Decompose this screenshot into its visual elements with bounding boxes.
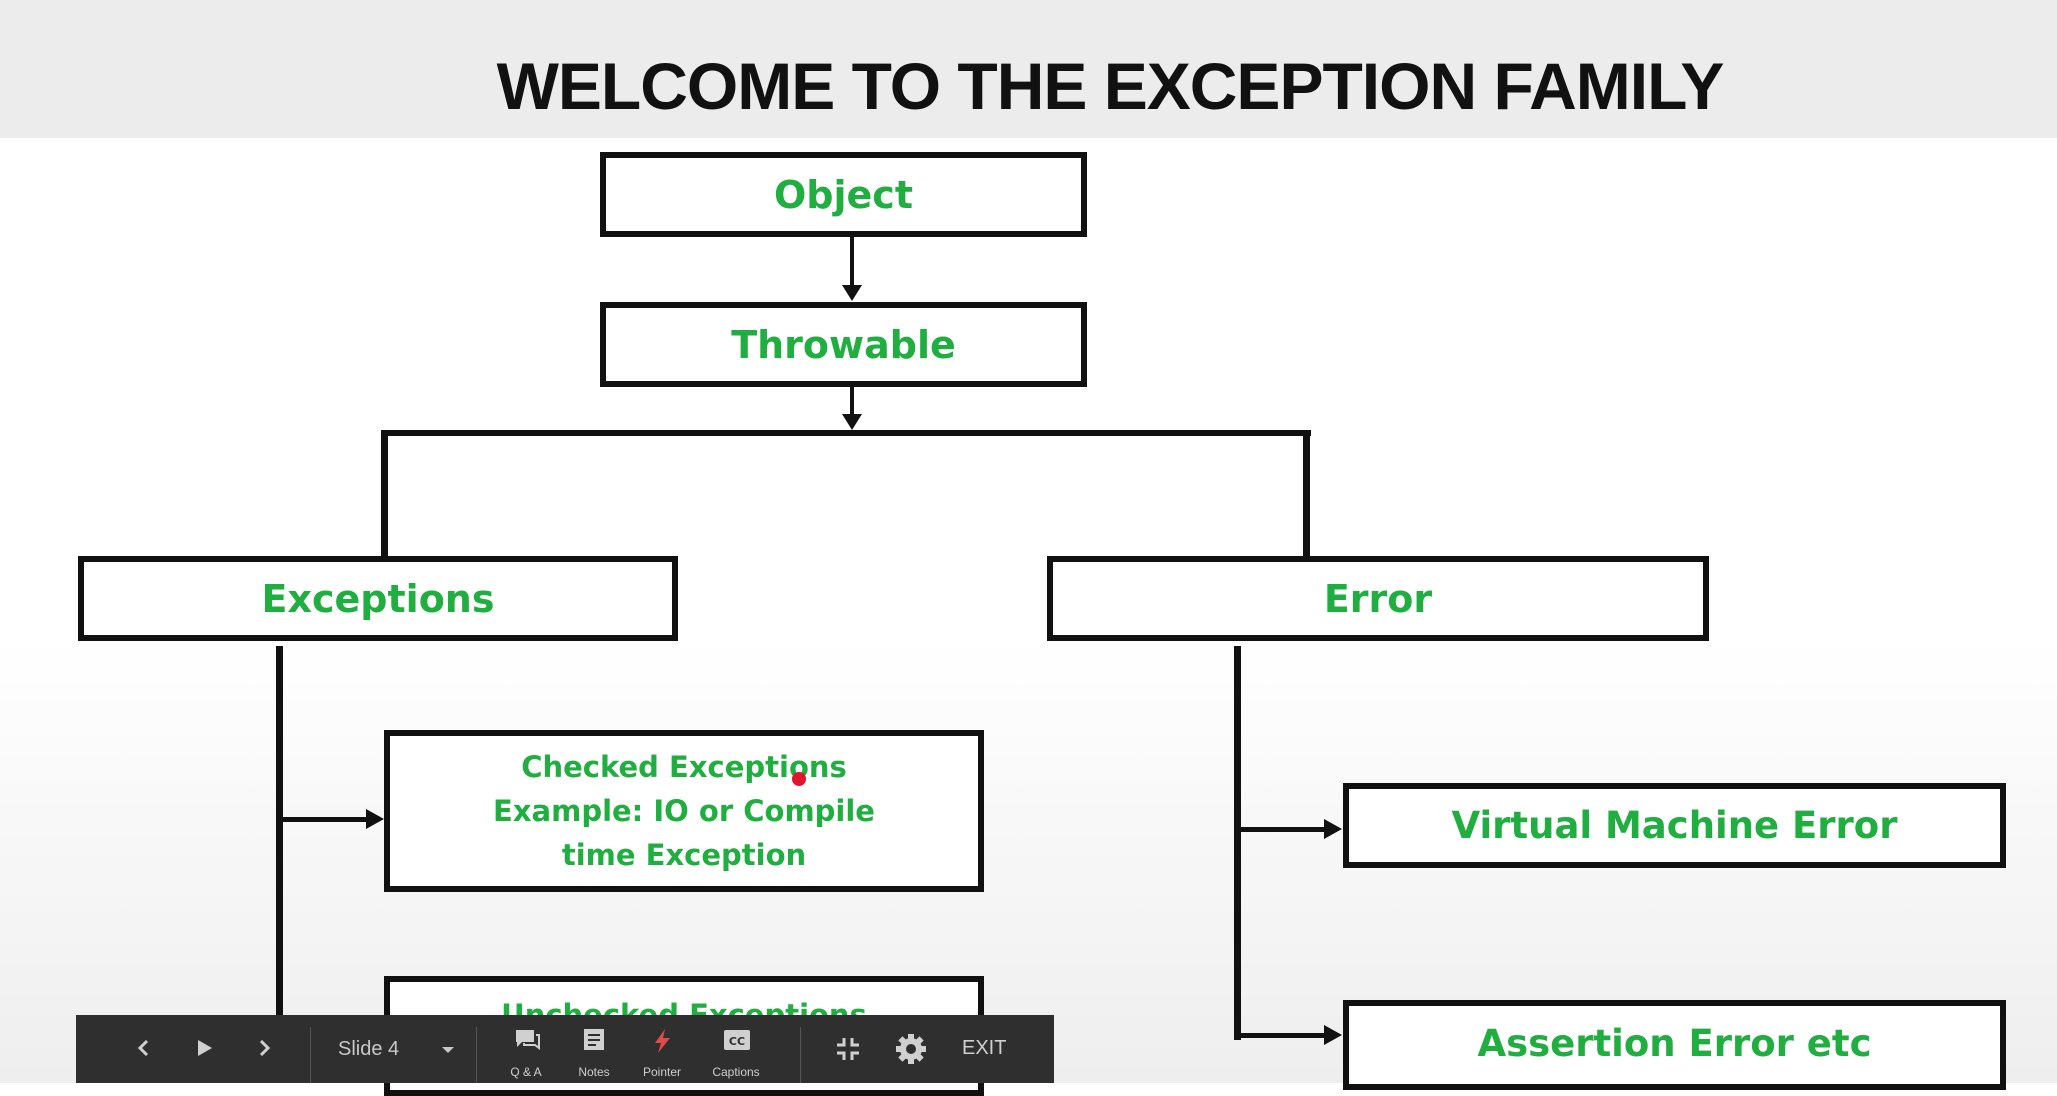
arrow-head [1324, 1025, 1342, 1045]
node-assertion-error-label: Assertion Error etc [1477, 1022, 1872, 1065]
node-exceptions: Exceptions [78, 556, 678, 641]
presenter-toolbar: Slide 4 Q & A Notes Pointer CC Captions [76, 1015, 1054, 1083]
gear-icon[interactable] [894, 1032, 928, 1066]
exit-button[interactable]: EXIT [962, 1037, 1032, 1067]
svg-text:CC: CC [729, 1035, 745, 1048]
connector [850, 387, 854, 414]
captions-icon: CC [722, 1028, 752, 1057]
caret-down-icon [438, 1039, 458, 1064]
pointer-label: Pointer [642, 1065, 682, 1079]
node-throwable: Throwable [600, 302, 1087, 387]
node-error-label: Error [1323, 576, 1433, 621]
node-vm-error: Virtual Machine Error [1343, 783, 2006, 868]
connector [381, 430, 388, 556]
exit-label: EXIT [962, 1037, 1007, 1059]
captions-label: Captions [712, 1065, 760, 1079]
slide-selector[interactable]: Slide 4 [338, 1027, 478, 1071]
node-checked-exceptions: Checked Exceptions Example: IO or Compil… [384, 730, 984, 892]
laser-pointer-dot [792, 772, 806, 786]
arrow-head [366, 809, 384, 829]
connector [1241, 1033, 1326, 1038]
connector [381, 430, 1311, 436]
divider [476, 1027, 477, 1083]
node-throwable-label: Throwable [731, 322, 956, 367]
connector [276, 646, 283, 1046]
notes-icon [581, 1027, 607, 1058]
pointer-icon [649, 1027, 675, 1060]
connector [283, 817, 368, 822]
play-icon[interactable] [192, 1033, 216, 1063]
node-vm-error-label: Virtual Machine Error [1451, 804, 1898, 847]
connector [850, 237, 854, 287]
chevron-right-icon[interactable] [252, 1033, 276, 1063]
node-exceptions-label: Exceptions [261, 576, 495, 621]
node-error: Error [1047, 556, 1709, 641]
node-object: Object [600, 152, 1087, 237]
node-object-label: Object [774, 172, 913, 217]
arrow-head [1324, 819, 1342, 839]
connector [1303, 430, 1310, 556]
connector [1234, 646, 1241, 1040]
connector [1241, 827, 1326, 832]
arrow-head [842, 285, 862, 301]
chat-icon [513, 1027, 541, 1058]
chevron-left-icon[interactable] [132, 1033, 156, 1063]
exit-fullscreen-icon[interactable] [834, 1035, 862, 1063]
pointer-button[interactable]: Pointer [622, 1023, 702, 1081]
checked-line-3: time Exception [561, 838, 807, 872]
arrow-head [842, 414, 862, 430]
slide-number-label: Slide 4 [338, 1038, 400, 1060]
divider [310, 1027, 311, 1083]
node-assertion-error: Assertion Error etc [1343, 1000, 2006, 1090]
slide: WELCOME TO THE EXCEPTION FAMILY Object T… [0, 0, 2057, 1096]
checked-line-2: Example: IO or Compile [493, 794, 875, 828]
divider [800, 1027, 801, 1083]
captions-button[interactable]: CC Captions [696, 1023, 776, 1081]
slide-title: WELCOME TO THE EXCEPTION FAMILY [496, 49, 1725, 123]
